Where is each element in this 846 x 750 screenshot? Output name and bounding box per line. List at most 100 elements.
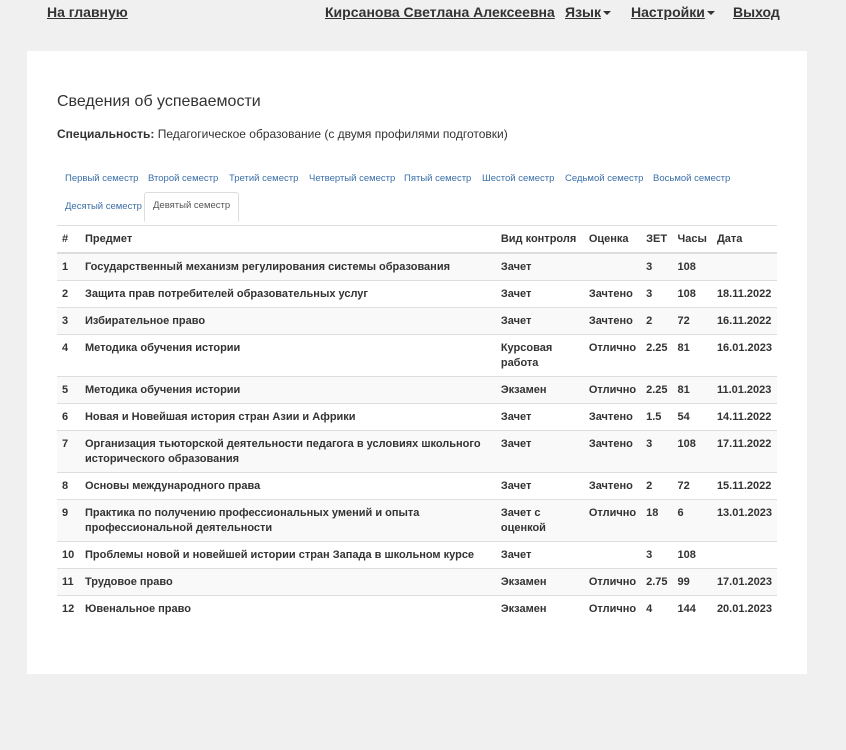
- tab-semester-2[interactable]: Второй семестр: [140, 165, 226, 193]
- specialty-value: Педагогическое образование (с двумя проф…: [157, 127, 508, 141]
- language-label: Язык: [565, 4, 601, 20]
- table-row: 9 Практика по получению профессиональных…: [57, 499, 777, 542]
- cell-hours: 108: [672, 252, 712, 281]
- cell-number: 11: [57, 568, 80, 596]
- cell-hours: 81: [672, 376, 712, 404]
- table-row: 11 Трудовое право Экзамен Отлично 2.75 9…: [57, 568, 777, 596]
- language-dropdown[interactable]: Язык: [565, 4, 611, 20]
- cell-control-type: Курсовая работа: [495, 334, 584, 377]
- semester-tabs: Первый семестр Второй семестр Третий сем…: [57, 165, 777, 225]
- cell-grade: Отлично: [583, 499, 642, 542]
- cell-hours: 108: [672, 430, 712, 473]
- cell-hours: 81: [672, 334, 712, 377]
- cell-hours: 54: [672, 403, 712, 431]
- cell-date: 17.01.2023: [711, 568, 777, 596]
- cell-subject: Организация тьюторской деятельности педа…: [79, 430, 496, 473]
- cell-grade: Зачтено: [583, 472, 642, 500]
- cell-subject: Методика обучения истории: [79, 376, 496, 404]
- header-subject: Предмет: [79, 226, 496, 254]
- cell-date: 14.11.2022: [711, 403, 777, 431]
- cell-date: 13.01.2023: [711, 499, 777, 542]
- cell-grade: Отлично: [583, 376, 642, 404]
- logout-link[interactable]: Выход: [733, 4, 780, 20]
- cell-credits: 2: [641, 472, 673, 500]
- cell-control-type: Зачет: [495, 541, 584, 569]
- table-row: 4 Методика обучения истории Курсовая раб…: [57, 334, 777, 377]
- tab-semester-10[interactable]: Десятый семестр: [57, 193, 150, 221]
- cell-control-type: Экзамен: [495, 595, 584, 622]
- cell-credits: 3: [641, 541, 673, 569]
- cell-grade: Зачтено: [583, 280, 642, 308]
- cell-control-type: Зачет: [495, 307, 584, 335]
- cell-subject: Государственный механизм регулирования с…: [79, 252, 496, 281]
- cell-date: [711, 541, 777, 569]
- cell-number: 2: [57, 280, 80, 308]
- cell-number: 8: [57, 472, 80, 500]
- cell-hours: 6: [672, 499, 712, 542]
- cell-date: 16.01.2023: [711, 334, 777, 377]
- cell-subject: Ювенальное право: [79, 595, 496, 622]
- tab-semester-4[interactable]: Четвертый семестр: [301, 165, 403, 193]
- table-row: 5 Методика обучения истории Экзамен Отли…: [57, 376, 777, 404]
- cell-hours: 144: [672, 595, 712, 622]
- header-date: Дата: [711, 226, 777, 254]
- caret-down-icon: [706, 11, 715, 16]
- tab-semester-9-active[interactable]: Девятый семестр: [144, 192, 240, 222]
- cell-control-type: Зачет: [495, 252, 584, 281]
- tab-semester-3[interactable]: Третий семестр: [221, 165, 306, 193]
- cell-grade: Зачтено: [583, 430, 642, 473]
- cell-number: 12: [57, 595, 80, 622]
- cell-number: 5: [57, 376, 80, 404]
- cell-subject: Новая и Новейшая история стран Азии и Аф…: [79, 403, 496, 431]
- header-number: #: [57, 226, 80, 254]
- cell-control-type: Зачет: [495, 403, 584, 431]
- cell-number: 9: [57, 499, 80, 542]
- tab-semester-7[interactable]: Седьмой семестр: [557, 165, 651, 193]
- cell-subject: Трудовое право: [79, 568, 496, 596]
- page-title: Сведения об успеваемости: [57, 93, 261, 110]
- cell-credits: 2.75: [641, 568, 673, 596]
- cell-credits: 4: [641, 595, 673, 622]
- grades-table: # Предмет Вид контроля Оценка ЗЕТ Часы Д…: [57, 226, 777, 622]
- cell-credits: 2.25: [641, 334, 673, 377]
- cell-hours: 72: [672, 307, 712, 335]
- cell-credits: 2.25: [641, 376, 673, 404]
- cell-grade: Отлично: [583, 334, 642, 377]
- cell-credits: 1.5: [641, 403, 673, 431]
- cell-date: 15.11.2022: [711, 472, 777, 500]
- cell-control-type: Зачет: [495, 280, 584, 308]
- tab-semester-5[interactable]: Пятый семестр: [396, 165, 479, 193]
- cell-hours: 99: [672, 568, 712, 596]
- table-row: 7 Организация тьюторской деятельности пе…: [57, 430, 777, 473]
- cell-hours: 108: [672, 280, 712, 308]
- tab-semester-1[interactable]: Первый семестр: [57, 165, 146, 193]
- tab-semester-6[interactable]: Шестой семестр: [474, 165, 562, 193]
- settings-dropdown[interactable]: Настройки: [631, 4, 715, 20]
- cell-control-type: Зачет: [495, 472, 584, 500]
- cell-grade: [583, 541, 642, 569]
- user-name-link[interactable]: Кирсанова Светлана Алексеевна: [325, 4, 555, 20]
- cell-subject: Основы международного права: [79, 472, 496, 500]
- table-row: 3 Избирательное право Зачет Зачтено 2 72…: [57, 307, 777, 335]
- home-link[interactable]: На главную: [47, 4, 128, 20]
- cell-number: 7: [57, 430, 80, 473]
- tab-semester-8[interactable]: Восьмой семестр: [645, 165, 738, 193]
- cell-grade: Зачтено: [583, 307, 642, 335]
- cell-control-type: Зачет с оценкой: [495, 499, 584, 542]
- cell-number: 1: [57, 252, 80, 281]
- settings-label: Настройки: [631, 4, 705, 20]
- cell-subject: Методика обучения истории: [79, 334, 496, 377]
- cell-subject: Практика по получению профессиональных у…: [79, 499, 496, 542]
- cell-hours: 72: [672, 472, 712, 500]
- specialty-line: Специальность: Педагогическое образовани…: [57, 127, 508, 141]
- cell-credits: 3: [641, 430, 673, 473]
- cell-grade: [583, 252, 642, 281]
- table-row: 2 Защита прав потребителей образовательн…: [57, 280, 777, 308]
- cell-subject: Защита прав потребителей образовательных…: [79, 280, 496, 308]
- cell-grade: Отлично: [583, 568, 642, 596]
- cell-credits: 18: [641, 499, 673, 542]
- table-row: 10 Проблемы новой и новейшей истории стр…: [57, 541, 777, 569]
- header-grade: Оценка: [583, 226, 642, 254]
- cell-hours: 108: [672, 541, 712, 569]
- cell-grade: Отлично: [583, 595, 642, 622]
